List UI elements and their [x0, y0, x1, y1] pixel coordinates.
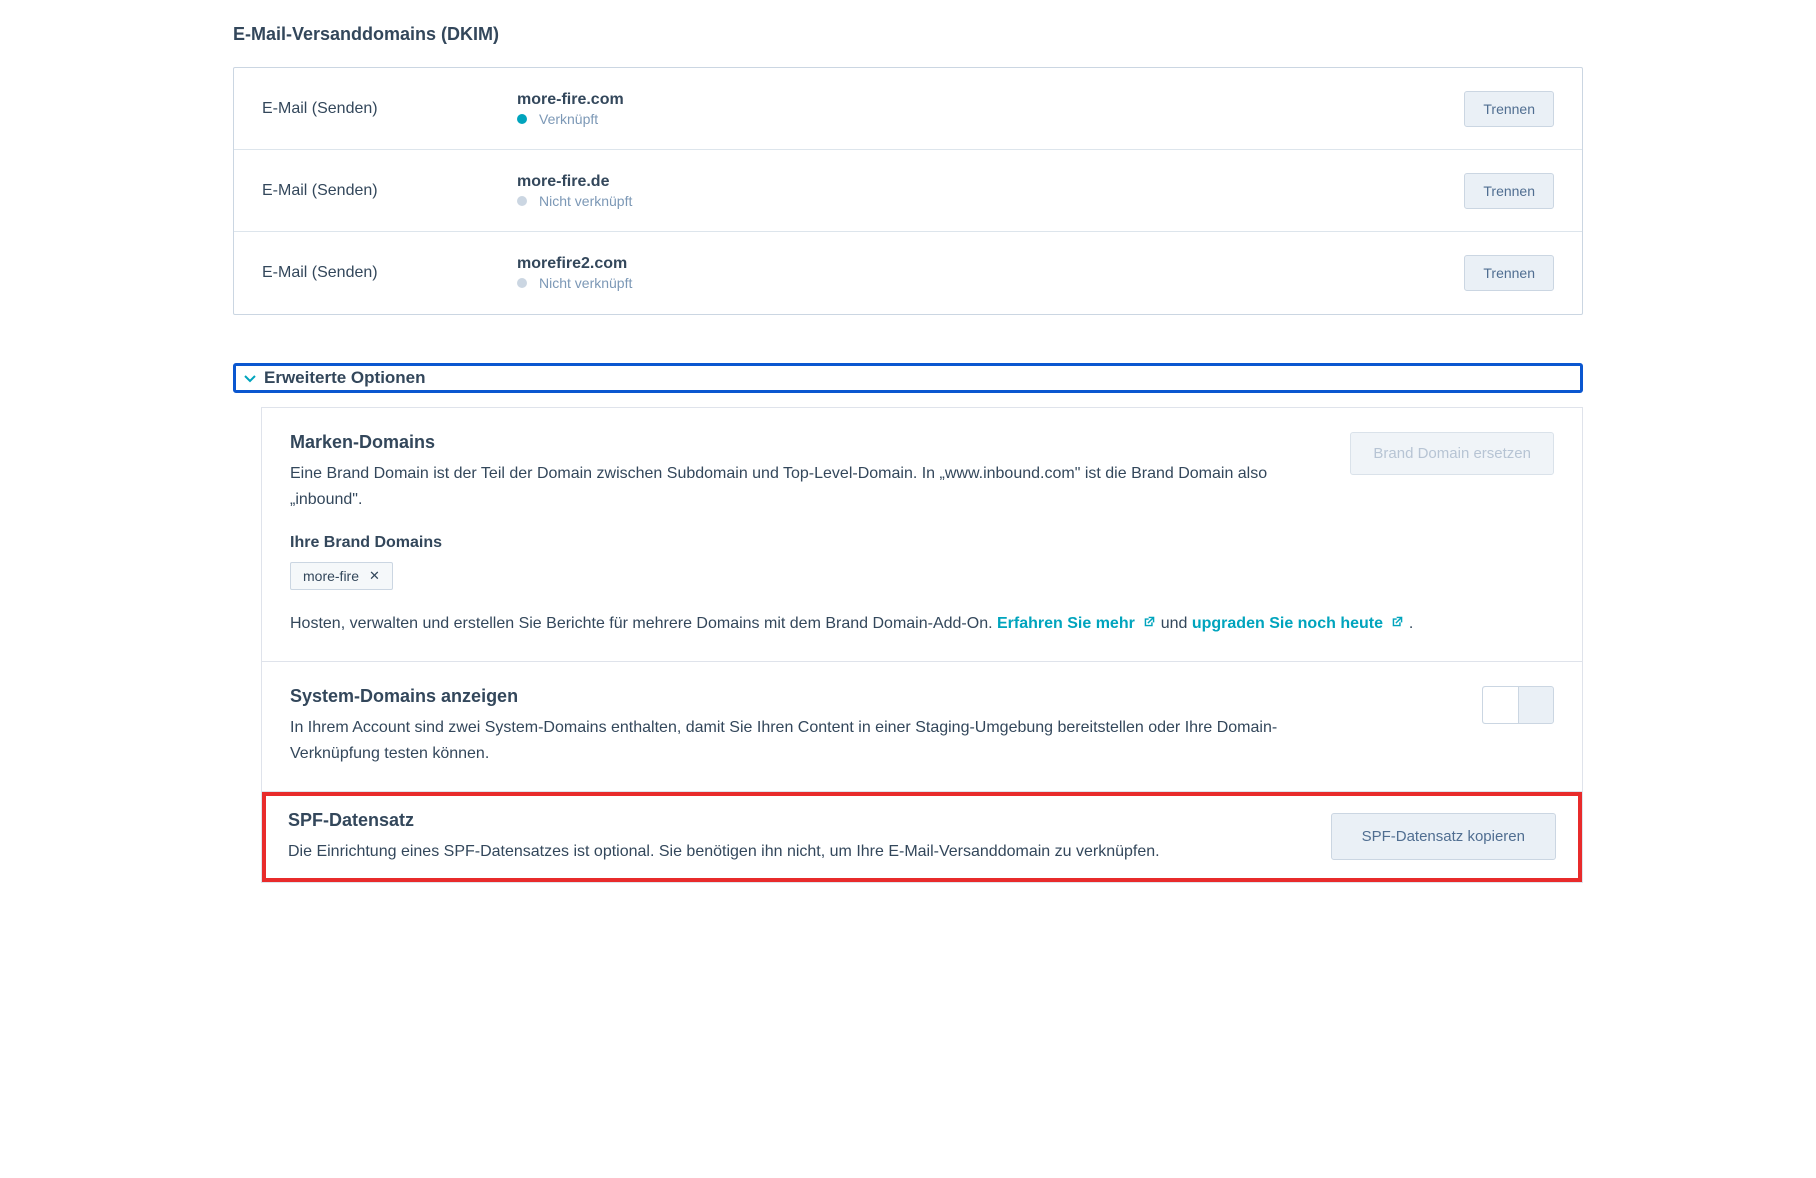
dkim-row: E-Mail (Senden) morefire2.com Nicht verk…: [234, 232, 1582, 314]
dkim-section-title: E-Mail-Versanddomains (DKIM): [233, 24, 1583, 45]
disconnect-button[interactable]: Trennen: [1464, 173, 1554, 209]
upgrade-link[interactable]: upgraden Sie noch heute: [1192, 615, 1409, 632]
dkim-row-type: E-Mail (Senden): [262, 100, 517, 118]
learn-more-link[interactable]: Erfahren Sie mehr: [997, 615, 1161, 632]
brand-domain-tag: more-fire ✕: [290, 562, 393, 590]
brand-addon-paragraph: Hosten, verwalten und erstellen Sie Beri…: [290, 610, 1554, 637]
copy-spf-button[interactable]: SPF-Datensatz kopieren: [1331, 813, 1556, 860]
dkim-row-domain: morefire2.com Nicht verknüpft: [517, 255, 1464, 291]
brand-domains-section: Marken-Domains Eine Brand Domain ist der…: [262, 408, 1582, 662]
brand-domains-desc: Eine Brand Domain ist der Teil der Domai…: [290, 461, 1330, 512]
spf-record-desc: Die Einrichtung eines SPF-Datensatzes is…: [288, 839, 1311, 865]
disconnect-button[interactable]: Trennen: [1464, 91, 1554, 127]
dkim-domain-status: Nicht verknüpft: [517, 275, 1464, 291]
replace-brand-domain-button[interactable]: Brand Domain ersetzen: [1350, 432, 1554, 475]
brand-domain-tag-label: more-fire: [303, 568, 359, 584]
advanced-panel: Marken-Domains Eine Brand Domain ist der…: [261, 407, 1583, 883]
advanced-options-label: Erweiterte Optionen: [264, 368, 426, 388]
your-brand-domains-label: Ihre Brand Domains: [290, 534, 1554, 552]
external-link-icon: [1143, 615, 1156, 628]
toggle-knob: [1483, 687, 1519, 723]
dkim-table: E-Mail (Senden) more-fire.com Verknüpft …: [233, 67, 1583, 315]
system-domains-desc: In Ihrem Account sind zwei System-Domain…: [290, 715, 1350, 766]
status-dot-icon: [517, 114, 527, 124]
dkim-row: E-Mail (Senden) more-fire.de Nicht verkn…: [234, 150, 1582, 232]
dkim-row-domain: more-fire.com Verknüpft: [517, 91, 1464, 127]
external-link-icon: [1391, 615, 1404, 628]
dkim-row-type: E-Mail (Senden): [262, 264, 517, 282]
dkim-domain-name: morefire2.com: [517, 255, 1464, 273]
dkim-row-domain: more-fire.de Nicht verknüpft: [517, 173, 1464, 209]
dkim-domain-name: more-fire.com: [517, 91, 1464, 109]
status-dot-icon: [517, 278, 527, 288]
dkim-domain-name: more-fire.de: [517, 173, 1464, 191]
disconnect-button[interactable]: Trennen: [1464, 255, 1554, 291]
advanced-options-toggle[interactable]: Erweiterte Optionen: [233, 363, 1583, 393]
dkim-domain-status: Nicht verknüpft: [517, 193, 1464, 209]
dkim-row: E-Mail (Senden) more-fire.com Verknüpft …: [234, 68, 1582, 150]
system-domains-title: System-Domains anzeigen: [290, 686, 1350, 707]
status-dot-icon: [517, 196, 527, 206]
dkim-domain-status: Verknüpft: [517, 111, 1464, 127]
chevron-down-icon: [242, 370, 258, 386]
spf-record-title: SPF-Datensatz: [288, 810, 1311, 831]
close-icon[interactable]: ✕: [369, 568, 380, 584]
system-domains-section: System-Domains anzeigen In Ihrem Account…: [262, 662, 1582, 791]
spf-record-section: SPF-Datensatz Die Einrichtung eines SPF-…: [262, 792, 1582, 883]
system-domains-toggle[interactable]: [1482, 686, 1554, 724]
brand-domains-title: Marken-Domains: [290, 432, 1330, 453]
dkim-row-type: E-Mail (Senden): [262, 182, 517, 200]
